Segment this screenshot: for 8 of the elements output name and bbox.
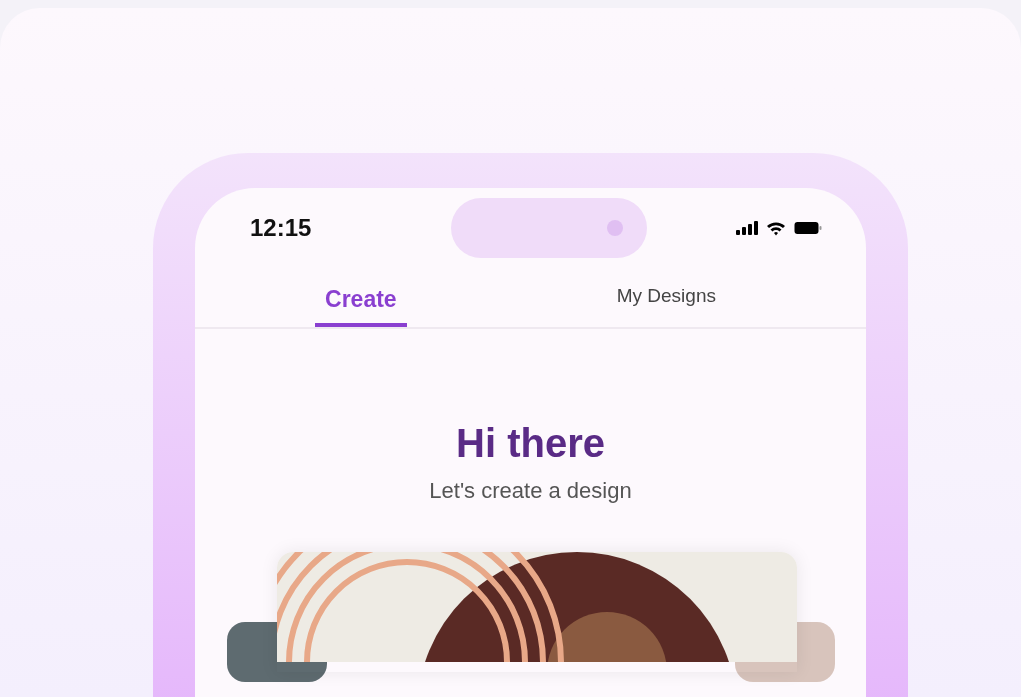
wifi-icon [766, 220, 786, 236]
tab[interactable]: My Designs [606, 278, 726, 327]
status-time: 12:15 [250, 214, 312, 242]
battery-icon [794, 221, 822, 235]
greeting-title: Hi there [456, 421, 605, 466]
greeting-subtitle: Let's create a design [429, 478, 632, 504]
signal-icon [736, 221, 758, 235]
tab[interactable]: Create [315, 278, 407, 327]
